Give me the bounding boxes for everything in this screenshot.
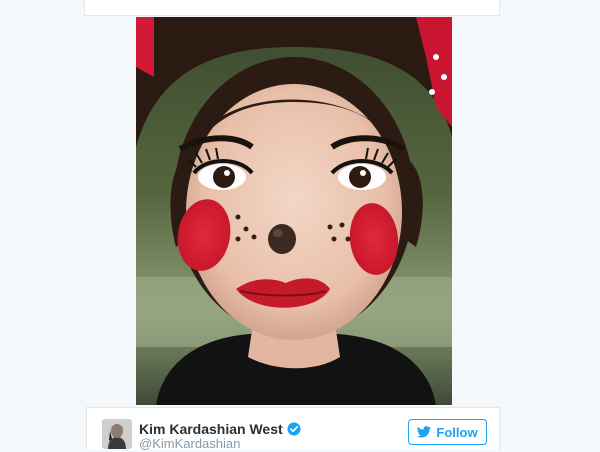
twitter-bird-icon [417,426,432,438]
follow-button[interactable]: Follow [408,419,487,445]
follow-button-label: Follow [436,424,478,440]
tweet-photo-image [136,17,452,405]
tweet-photo[interactable] [136,17,452,405]
verified-badge-icon [287,422,301,436]
tweet-author-card: Kim Kardashian West @KimKardashian Follo… [86,407,500,451]
previous-tweet-card-edge [84,0,500,16]
author-avatar[interactable] [102,419,132,449]
